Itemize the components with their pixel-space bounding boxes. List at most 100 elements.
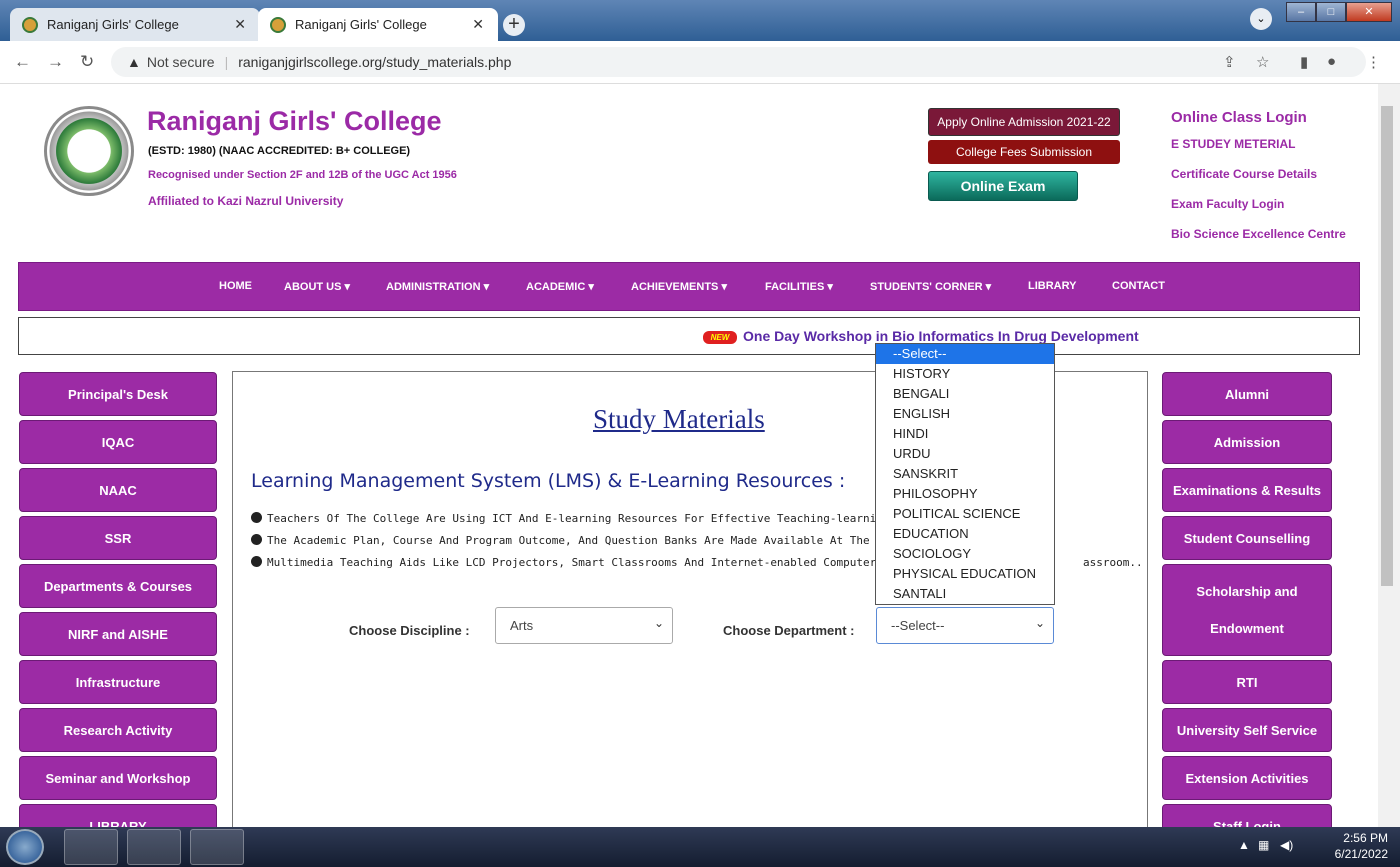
- maximize-icon[interactable]: □: [1316, 2, 1346, 22]
- page-scrollbar[interactable]: [1378, 84, 1400, 827]
- department-label: Choose Department :: [723, 623, 855, 638]
- web-page: Raniganj Girls' College (ESTD: 1980) (NA…: [0, 84, 1378, 827]
- bullet-text-tail: assroom..: [1083, 556, 1143, 569]
- tab-search-chevron-icon[interactable]: ⌄: [1250, 8, 1272, 30]
- right-menu-examinations[interactable]: Examinations & Results: [1162, 468, 1332, 512]
- dropdown-option[interactable]: BENGALI: [876, 384, 1054, 404]
- dropdown-option[interactable]: SOCIOLOGY: [876, 544, 1054, 564]
- right-menu-counselling[interactable]: Student Counselling: [1162, 516, 1332, 560]
- dropdown-option[interactable]: --Select--: [876, 344, 1054, 364]
- left-menu-naac[interactable]: NAAC: [19, 468, 217, 512]
- reload-icon[interactable]: ↻: [80, 52, 94, 72]
- dropdown-option[interactable]: HINDI: [876, 424, 1054, 444]
- back-arrow-icon[interactable]: ←: [14, 52, 31, 72]
- sidepanel-icon[interactable]: ▮: [1300, 53, 1308, 71]
- right-menu-scholarship[interactable]: Scholarship and Endowment: [1162, 564, 1332, 656]
- close-tab-icon[interactable]: ✕: [234, 16, 246, 33]
- dropdown-option[interactable]: EDUCATION: [876, 524, 1054, 544]
- browser-tab-2-active[interactable]: Raniganj Girls' College ✕: [258, 8, 498, 41]
- right-menu-extension[interactable]: Extension Activities: [1162, 756, 1332, 800]
- dropdown-option[interactable]: URDU: [876, 444, 1054, 464]
- chrome-icon[interactable]: [127, 829, 181, 865]
- dropdown-option[interactable]: ENGLISH: [876, 404, 1054, 424]
- estd-text: (ESTD: 1980) (NAAC ACCREDITED: B+ COLLEG…: [148, 145, 411, 157]
- fees-submission-button[interactable]: College Fees Submission: [928, 140, 1120, 164]
- department-select[interactable]: --Select-- ⌄: [876, 607, 1054, 644]
- start-button-icon[interactable]: [6, 829, 44, 865]
- network-icon[interactable]: ▦: [1258, 838, 1269, 852]
- bookmark-star-icon[interactable]: ☆: [1256, 53, 1269, 71]
- bullet-text: Teachers Of The College Are Using ICT An…: [267, 512, 897, 525]
- dropdown-option[interactable]: SANSKRIT: [876, 464, 1054, 484]
- forward-arrow-icon[interactable]: →: [47, 52, 64, 72]
- left-menu-infrastructure[interactable]: Infrastructure: [19, 660, 217, 704]
- menu-kebab-icon[interactable]: ⋮: [1366, 53, 1381, 71]
- nav-contact[interactable]: CONTACT: [1112, 280, 1165, 292]
- e-study-link[interactable]: E STUDEY METERIAL: [1171, 137, 1295, 151]
- profile-icon[interactable]: ●: [1327, 53, 1336, 70]
- right-menu-alumni[interactable]: Alumni: [1162, 372, 1332, 416]
- bullet-item: The Academic Plan, Course And Program Ou…: [251, 534, 903, 547]
- nav-library[interactable]: LIBRARY: [1028, 280, 1076, 292]
- apply-admission-button[interactable]: Apply Online Admission 2021-22: [928, 108, 1120, 136]
- nav-achievements[interactable]: ACHIEVEMENTS ▾: [631, 280, 727, 293]
- right-menu-admission[interactable]: Admission: [1162, 420, 1332, 464]
- online-exam-button[interactable]: Online Exam: [928, 171, 1078, 201]
- nav-academic[interactable]: ACADEMIC ▾: [526, 280, 594, 293]
- bio-science-link[interactable]: Bio Science Excellence Centre: [1171, 227, 1346, 241]
- nav-facilities[interactable]: FACILITIES ▾: [765, 280, 833, 293]
- online-class-login-link[interactable]: Online Class Login: [1171, 109, 1307, 126]
- right-menu-university-self-service[interactable]: University Self Service: [1162, 708, 1332, 752]
- dropdown-option[interactable]: PHILOSOPHY: [876, 484, 1054, 504]
- bullet-icon: [251, 556, 262, 567]
- file-explorer-icon[interactable]: [64, 829, 118, 865]
- close-window-icon[interactable]: ✕: [1346, 2, 1392, 22]
- chevron-down-icon: ⌄: [653, 616, 664, 630]
- page-title: Study Materials: [593, 404, 765, 434]
- browser-tab-1[interactable]: Raniganj Girls' College ✕: [10, 8, 260, 41]
- clock-date: 6/21/2022: [1334, 847, 1388, 861]
- discipline-label: Choose Discipline :: [349, 623, 470, 638]
- left-menu-iqac[interactable]: IQAC: [19, 420, 217, 464]
- dropdown-option[interactable]: PHYSICAL EDUCATION: [876, 564, 1054, 584]
- department-dropdown-list: --Select-- HISTORY BENGALI ENGLISH HINDI…: [875, 343, 1055, 605]
- left-menu-library[interactable]: LIBRARY: [19, 804, 217, 827]
- left-menu-seminar[interactable]: Seminar and Workshop: [19, 756, 217, 800]
- nav-home[interactable]: HOME: [219, 280, 252, 292]
- clock[interactable]: 2:56 PM 6/21/2022: [1335, 830, 1388, 862]
- nav-about-us[interactable]: ABOUT US ▾: [284, 280, 350, 293]
- address-bar[interactable]: ▲ Not secure | raniganjgirlscollege.org/…: [111, 47, 1366, 77]
- tray-arrow-icon[interactable]: ▲: [1238, 838, 1250, 852]
- new-tab-button[interactable]: +: [503, 14, 525, 36]
- chevron-down-icon: ⌄: [1034, 616, 1045, 630]
- left-menu-departments[interactable]: Departments & Courses: [19, 564, 217, 608]
- dropdown-option[interactable]: POLITICAL SCIENCE: [876, 504, 1054, 524]
- left-menu-nirf[interactable]: NIRF and AISHE: [19, 612, 217, 656]
- dropdown-option[interactable]: SANTALI: [876, 584, 1054, 604]
- left-menu-research[interactable]: Research Activity: [19, 708, 217, 752]
- exam-faculty-login-link[interactable]: Exam Faculty Login: [1171, 197, 1284, 211]
- word-icon[interactable]: [190, 829, 244, 865]
- marquee-news-link[interactable]: One Day Workshop in Bio Informatics In D…: [743, 328, 1139, 344]
- nav-administration[interactable]: ADMINISTRATION ▾: [386, 280, 489, 293]
- certificate-course-link[interactable]: Certificate Course Details: [1171, 167, 1317, 181]
- scrollbar-thumb[interactable]: [1381, 106, 1393, 586]
- left-menu-ssr[interactable]: SSR: [19, 516, 217, 560]
- department-value: --Select--: [891, 618, 945, 633]
- separator: |: [224, 54, 229, 70]
- close-tab-icon[interactable]: ✕: [472, 16, 484, 33]
- nav-students-corner[interactable]: STUDENTS' CORNER ▾: [870, 280, 991, 293]
- bullet-item: Teachers Of The College Are Using ICT An…: [251, 512, 896, 525]
- dropdown-option[interactable]: HISTORY: [876, 364, 1054, 384]
- minimize-icon[interactable]: –: [1286, 2, 1316, 22]
- discipline-select[interactable]: Arts ⌄: [495, 607, 673, 644]
- volume-icon[interactable]: ◀): [1280, 838, 1293, 852]
- share-icon[interactable]: ⇪: [1223, 53, 1236, 71]
- left-menu-principals-desk[interactable]: Principal's Desk: [19, 372, 217, 416]
- scholarship-line-1: Scholarship and: [1196, 584, 1298, 599]
- right-menu-rti[interactable]: RTI: [1162, 660, 1332, 704]
- browser-tab-strip: Raniganj Girls' College ✕ Raniganj Girls…: [0, 0, 1400, 41]
- window-controls: – □ ✕: [1286, 2, 1392, 22]
- right-menu-staff-login[interactable]: Staff Login: [1162, 804, 1332, 827]
- favicon-icon: [22, 16, 38, 33]
